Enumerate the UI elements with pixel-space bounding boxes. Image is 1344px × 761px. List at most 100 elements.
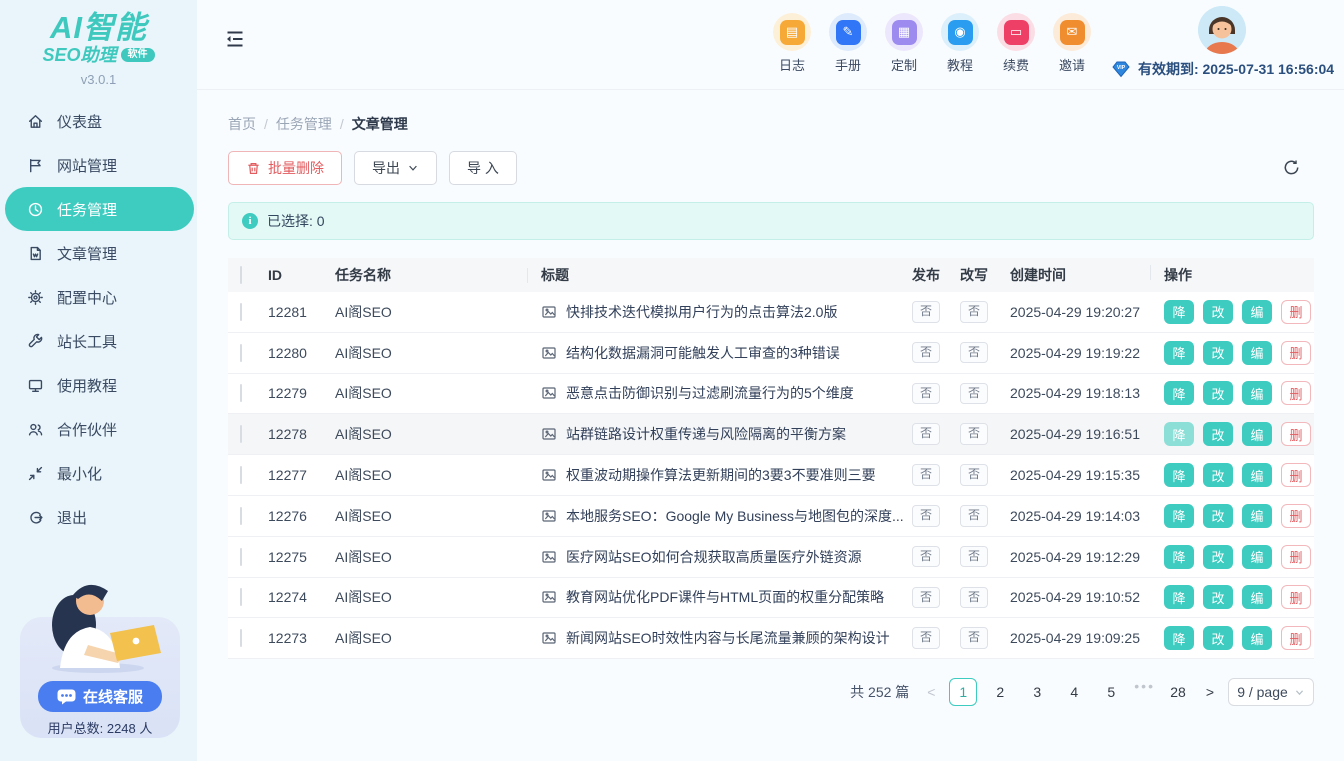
action-edit-button[interactable]: 编 <box>1242 422 1272 446</box>
action-rewrite-button[interactable]: 改 <box>1203 341 1233 365</box>
action-edit-button[interactable]: 编 <box>1242 381 1272 405</box>
sidebar-item-gear[interactable]: 配置中心 <box>0 275 197 319</box>
refresh-icon[interactable] <box>1282 158 1301 177</box>
row-checkbox[interactable] <box>240 344 242 362</box>
cell-id: 12274 <box>268 589 335 605</box>
row-checkbox[interactable] <box>240 303 242 321</box>
action-rewrite-button[interactable]: 改 <box>1203 585 1233 609</box>
pagination-page-2[interactable]: 2 <box>986 678 1014 706</box>
row-checkbox[interactable] <box>240 507 242 525</box>
action-rewrite-button[interactable]: 改 <box>1203 300 1233 324</box>
online-support-button[interactable]: 在线客服 <box>38 681 162 712</box>
collapse-sidebar-icon[interactable] <box>225 29 245 49</box>
action-edit-button[interactable]: 编 <box>1242 341 1272 365</box>
action-rewrite-button[interactable]: 改 <box>1203 463 1233 487</box>
row-checkbox[interactable] <box>240 466 242 484</box>
pagination-page-3[interactable]: 3 <box>1023 678 1051 706</box>
sidebar-item-monitor[interactable]: 使用教程 <box>0 363 197 407</box>
action-delete-button[interactable]: 删 <box>1281 300 1311 324</box>
quick-link-manual[interactable]: ✎手册 <box>820 13 876 74</box>
page-size-select[interactable]: 9 / page <box>1228 678 1314 706</box>
select-all-checkbox[interactable] <box>240 266 242 284</box>
top-header: ▤日志✎手册▦定制◉教程▭续费✉邀请 <box>197 0 1344 90</box>
action-rewrite-button[interactable]: 改 <box>1203 545 1233 569</box>
batch-delete-label: 批量删除 <box>268 158 324 178</box>
action-edit-button[interactable]: 编 <box>1242 300 1272 324</box>
action-rewrite-button[interactable]: 改 <box>1203 626 1233 650</box>
sidebar-item-partners[interactable]: 合作伙伴 <box>0 407 197 451</box>
article-image-icon[interactable] <box>541 508 557 524</box>
article-image-icon[interactable] <box>541 630 557 646</box>
publish-status-tag: 否 <box>912 423 940 445</box>
sidebar-item-home[interactable]: 仪表盘 <box>0 99 197 143</box>
action-demote-button[interactable]: 降 <box>1164 626 1194 650</box>
export-button[interactable]: 导出 <box>354 151 437 185</box>
sidebar-item-clock[interactable]: 任务管理 <box>5 187 194 231</box>
manual-icon: ✎ <box>829 13 867 51</box>
action-delete-button[interactable]: 删 <box>1281 422 1311 446</box>
article-image-icon[interactable] <box>541 589 557 605</box>
pagination-page-5[interactable]: 5 <box>1097 678 1125 706</box>
action-demote-button[interactable]: 降 <box>1164 463 1194 487</box>
sidebar-item-minimize[interactable]: 最小化 <box>0 451 197 495</box>
sidebar-item-flag[interactable]: 网站管理 <box>0 143 197 187</box>
pagination-next-icon[interactable]: > <box>1201 684 1219 700</box>
pagination-prev-icon[interactable]: < <box>922 684 940 700</box>
quick-link-renew[interactable]: ▭续费 <box>988 13 1044 74</box>
action-demote-button[interactable]: 降 <box>1164 504 1194 528</box>
action-rewrite-button[interactable]: 改 <box>1203 504 1233 528</box>
action-edit-button[interactable]: 编 <box>1242 504 1272 528</box>
quick-link-invite[interactable]: ✉邀请 <box>1044 13 1100 74</box>
row-checkbox[interactable] <box>240 384 242 402</box>
article-image-icon[interactable] <box>541 467 557 483</box>
pagination-ellipsis[interactable]: ••• <box>1134 678 1155 706</box>
action-rewrite-button[interactable]: 改 <box>1203 422 1233 446</box>
action-edit-button[interactable]: 编 <box>1242 626 1272 650</box>
action-delete-button[interactable]: 删 <box>1281 626 1311 650</box>
action-delete-button[interactable]: 删 <box>1281 463 1311 487</box>
row-checkbox[interactable] <box>240 588 242 606</box>
row-checkbox[interactable] <box>240 629 242 647</box>
article-image-icon[interactable] <box>541 345 557 361</box>
customize-icon: ▦ <box>885 13 923 51</box>
cell-id: 12276 <box>268 508 335 524</box>
action-delete-button[interactable]: 删 <box>1281 504 1311 528</box>
action-edit-button[interactable]: 编 <box>1242 463 1272 487</box>
article-image-icon[interactable] <box>541 304 557 320</box>
import-button[interactable]: 导 入 <box>449 151 517 185</box>
user-avatar[interactable] <box>1198 6 1246 54</box>
sidebar-item-document[interactable]: 文章管理 <box>0 231 197 275</box>
row-checkbox[interactable] <box>240 548 242 566</box>
article-image-icon[interactable] <box>541 426 557 442</box>
sidebar-item-wrench[interactable]: 站长工具 <box>0 319 197 363</box>
action-edit-button[interactable]: 编 <box>1242 585 1272 609</box>
action-delete-button[interactable]: 删 <box>1281 381 1311 405</box>
action-demote-button[interactable]: 降 <box>1164 300 1194 324</box>
quick-link-customize[interactable]: ▦定制 <box>876 13 932 74</box>
batch-delete-button[interactable]: 批量删除 <box>228 151 342 185</box>
quick-link-tutorial[interactable]: ◉教程 <box>932 13 988 74</box>
action-edit-button[interactable]: 编 <box>1242 545 1272 569</box>
breadcrumb-home[interactable]: 首页 <box>228 114 256 134</box>
action-demote-button[interactable]: 降 <box>1164 381 1194 405</box>
article-image-icon[interactable] <box>541 549 557 565</box>
action-delete-button[interactable]: 删 <box>1281 341 1311 365</box>
pagination-page-4[interactable]: 4 <box>1060 678 1088 706</box>
action-rewrite-button[interactable]: 改 <box>1203 381 1233 405</box>
action-demote-button[interactable]: 降 <box>1164 545 1194 569</box>
breadcrumb-task-management[interactable]: 任务管理 <box>276 114 332 134</box>
quick-link-log[interactable]: ▤日志 <box>764 13 820 74</box>
publish-status-tag: 否 <box>912 383 940 405</box>
cell-task-name: AI阁SEO <box>335 506 541 526</box>
action-demote-button[interactable]: 降 <box>1164 585 1194 609</box>
action-demote-button[interactable]: 降 <box>1164 341 1194 365</box>
row-checkbox[interactable] <box>240 425 242 443</box>
action-delete-button[interactable]: 删 <box>1281 545 1311 569</box>
sidebar-item-logout[interactable]: 退出 <box>0 495 197 539</box>
article-image-icon[interactable] <box>541 385 557 401</box>
action-delete-button[interactable]: 删 <box>1281 585 1311 609</box>
pagination-page-1[interactable]: 1 <box>949 678 977 706</box>
cell-created-time: 2025-04-29 19:16:51 <box>1010 426 1164 442</box>
action-demote-button[interactable]: 降 <box>1164 422 1194 446</box>
pagination-page-28[interactable]: 28 <box>1164 678 1192 706</box>
